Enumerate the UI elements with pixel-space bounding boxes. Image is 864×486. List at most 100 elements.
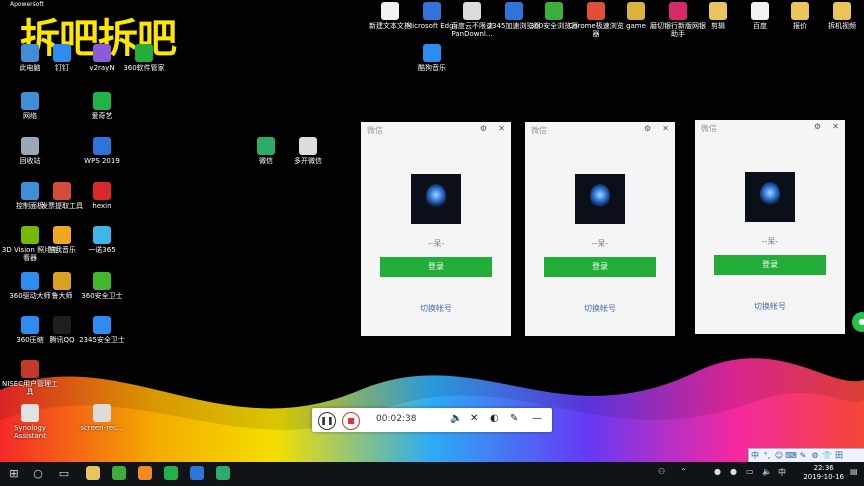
desktop-icon[interactable]: 网络 — [0, 92, 60, 120]
desktop-icon-label: 一诺365 — [88, 246, 116, 254]
edge-browser-icon[interactable] — [190, 466, 204, 480]
desktop-icon[interactable]: 爱奇艺 — [72, 92, 132, 120]
camera-icon[interactable]: ◐ — [490, 413, 499, 424]
wechat-login-window[interactable]: 微信 ⚙ ✕ --呆- 登录 切换帐号 — [695, 120, 845, 334]
window-title: 微信 — [531, 126, 547, 135]
desktop-icon-label: 拆机视频 — [828, 22, 856, 30]
desktop-icon[interactable]: 一诺365 — [72, 226, 132, 254]
tray-chevron-icon[interactable]: ⌃ — [680, 467, 687, 476]
settings-icon[interactable]: ⚙ — [480, 124, 487, 133]
iqiyi-icon[interactable] — [164, 466, 178, 480]
ime-button[interactable]: 中 — [749, 449, 761, 462]
desktop-icon[interactable]: 拆机视频 — [812, 2, 864, 30]
app-icon — [53, 44, 71, 62]
screen-recorder-toolbar: ❚❚ ■ 00:02:38 🔈 ✕ ◐ ✎ — — [312, 408, 552, 432]
app-icon — [21, 404, 39, 422]
desktop-icon-label: 网络 — [23, 112, 37, 120]
app-icon — [21, 92, 39, 110]
pause-button[interactable]: ❚❚ — [318, 412, 336, 430]
desktop-icon[interactable]: 多开微信 — [278, 137, 338, 165]
app-icon — [93, 272, 111, 290]
app-icon — [53, 182, 71, 200]
settings-icon[interactable]: ⚙ — [644, 124, 651, 133]
desktop-icon[interactable]: 回收站 — [0, 137, 60, 165]
desktop-icon-label: 360安全卫士 — [81, 292, 123, 300]
desktop-icon[interactable]: 360安全卫士 — [72, 272, 132, 300]
close-icon[interactable]: ✕ — [498, 124, 505, 133]
wechat-login-window[interactable]: 微信 ⚙ ✕ --呆- 登录 切换帐号 — [525, 122, 675, 336]
app-icon — [21, 360, 39, 378]
switch-account-link[interactable]: 切换帐号 — [695, 301, 845, 312]
app-icon — [53, 316, 71, 334]
app-icon — [93, 92, 111, 110]
input-method-icon[interactable]: 中 — [778, 467, 786, 478]
app-icon — [587, 2, 605, 20]
ime-button[interactable]: ⚙ — [809, 449, 821, 462]
app-icon — [93, 404, 111, 422]
switch-account-link[interactable]: 切换帐号 — [361, 303, 511, 314]
volume-icon[interactable]: 🔈 — [762, 467, 772, 476]
app-icon — [135, 44, 153, 62]
ime-button[interactable]: ⌨ — [785, 449, 797, 462]
pen-icon[interactable]: ✎ — [510, 413, 518, 424]
app-icon — [93, 44, 111, 62]
desktop-icon[interactable]: 酷狗音乐 — [402, 44, 462, 72]
close-icon[interactable]: ✕ — [832, 122, 839, 131]
clock[interactable]: 22:36 2019-10-16 — [803, 464, 844, 482]
clock-time: 22:36 — [813, 464, 834, 472]
desktop-icon[interactable]: 2345安全卫士 — [72, 316, 132, 344]
ime-button[interactable]: ☺ — [773, 449, 785, 462]
ime-button[interactable]: °, — [761, 449, 773, 462]
mic-muted-icon[interactable]: ✕ — [470, 413, 478, 424]
tray-app-icon[interactable]: ● — [714, 467, 721, 476]
user-name: --呆- — [427, 239, 445, 248]
floating-assistant-button[interactable]: ● — [852, 312, 864, 332]
ime-button[interactable]: 田 — [833, 449, 845, 462]
desktop-icon-label: 多开微信 — [294, 157, 322, 165]
file-explorer-icon[interactable] — [86, 466, 100, 480]
settings-icon[interactable]: ⚙ — [814, 122, 821, 131]
desktop-icon-label: screen-rec... — [80, 424, 124, 432]
speaker-icon[interactable]: 🔈 — [450, 413, 462, 424]
app-icon — [423, 2, 441, 20]
notification-icon[interactable]: ▤ — [850, 467, 858, 476]
app-icon — [93, 182, 111, 200]
wechat-taskbar-icon[interactable] — [216, 466, 230, 480]
window-title: 微信 — [701, 124, 717, 133]
wechat-login-window[interactable]: 微信 ⚙ ✕ --呆- 登录 切换帐号 — [361, 122, 511, 336]
switch-account-link[interactable]: 切换帐号 — [525, 303, 675, 314]
close-icon[interactable]: ✕ — [662, 124, 669, 133]
desktop-icon[interactable]: hexin — [72, 182, 132, 210]
desktop-icon-label: NISEC用户管理工具 — [1, 380, 59, 396]
login-button[interactable]: 登录 — [380, 257, 492, 277]
desktop-icon-label: hexin — [92, 202, 112, 210]
minimize-icon[interactable]: — — [532, 413, 542, 424]
stop-button[interactable]: ■ — [342, 412, 360, 430]
avatar — [575, 174, 625, 224]
app-icon — [93, 226, 111, 244]
ime-button[interactable]: ✎ — [797, 449, 809, 462]
360-browser-icon[interactable] — [112, 466, 126, 480]
search-icon[interactable]: ○ — [30, 466, 46, 482]
desktop-icon[interactable]: 360软件管家 — [114, 44, 174, 72]
clock-date: 2019-10-16 — [803, 473, 844, 481]
tray-app2-icon[interactable]: ● — [730, 467, 737, 476]
app-icon — [833, 2, 851, 20]
start-icon[interactable]: ⊞ — [6, 466, 22, 482]
app-icon — [53, 272, 71, 290]
task-view-icon[interactable]: ▭ — [56, 466, 72, 482]
app-orange-icon[interactable] — [138, 466, 152, 480]
desktop-icon[interactable]: Synology Assistant — [0, 404, 60, 440]
login-button[interactable]: 登录 — [544, 257, 656, 277]
people-icon[interactable]: ⚇ — [658, 467, 665, 476]
login-button[interactable]: 登录 — [714, 255, 826, 275]
app-icon — [93, 137, 111, 155]
window-title: 微信 — [367, 126, 383, 135]
desktop-icon[interactable]: NISEC用户管理工具 — [0, 360, 60, 396]
taskbar: ⊞ ○ ▭ ⚇ ⌃ ● ● ▭ 🔈 中 22:36 2019-10-16 ▤ — [0, 462, 864, 486]
app-icon — [463, 2, 481, 20]
ime-button[interactable]: 👕 — [821, 449, 833, 462]
network-icon[interactable]: ▭ — [746, 467, 754, 476]
desktop-icon[interactable]: screen-rec... — [72, 404, 132, 432]
desktop-icon[interactable]: WPS 2019 — [72, 137, 132, 165]
